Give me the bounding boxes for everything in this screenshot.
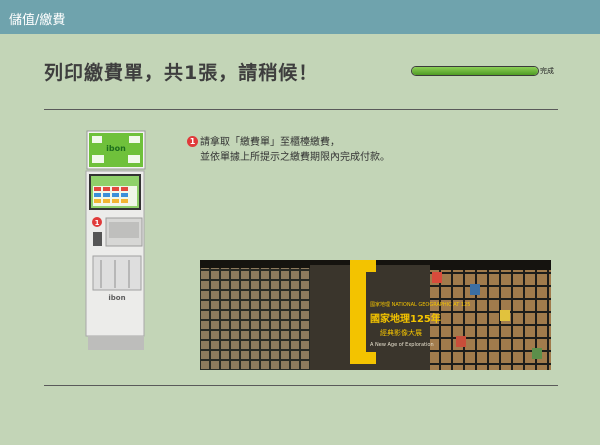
ad-title: 國家地理125年: [370, 312, 441, 325]
advertisement-image: 國家地理 NATIONAL GEOGRAPHIC AT 125 國家地理125年…: [200, 260, 551, 370]
header-title: 儲值/繳費: [9, 13, 66, 28]
instruction-line-1-text: 請拿取「繳費單」至櫃檯繳費，: [200, 137, 340, 148]
ad-tagline: A New Age of Exploration: [370, 342, 434, 348]
step-badge: 1: [187, 136, 198, 147]
header-bar: 儲值/繳費: [0, 0, 600, 34]
kiosk-body-logo: ibon: [108, 294, 125, 302]
kiosk-step-marker: 1: [95, 219, 100, 227]
divider-top: [44, 109, 558, 110]
instruction-line-1: 1 請拿取「繳費單」至櫃檯繳費，: [187, 135, 457, 150]
instruction-line-2: 並依單據上所提示之繳費期限內完成付款。: [200, 152, 390, 163]
kiosk-screen-logo: ibon: [106, 144, 126, 153]
progress-label: 完成: [540, 67, 554, 75]
ad-badge: 國家地理 NATIONAL GEOGRAPHIC AT 125: [370, 301, 470, 308]
ad-subtitle: 經典影像大展: [380, 328, 422, 337]
progress-fill: [412, 67, 538, 75]
page-title: 列印繳費單，共1張，請稍候！: [44, 62, 319, 84]
instruction-text: 1 請拿取「繳費單」至櫃檯繳費， 並依單據上所提示之繳費期限內完成付款。: [187, 135, 457, 165]
divider-bottom: [44, 385, 558, 386]
progress-bar: [411, 66, 539, 76]
ibon-kiosk-image: ibon 1 ibon: [84, 128, 156, 354]
